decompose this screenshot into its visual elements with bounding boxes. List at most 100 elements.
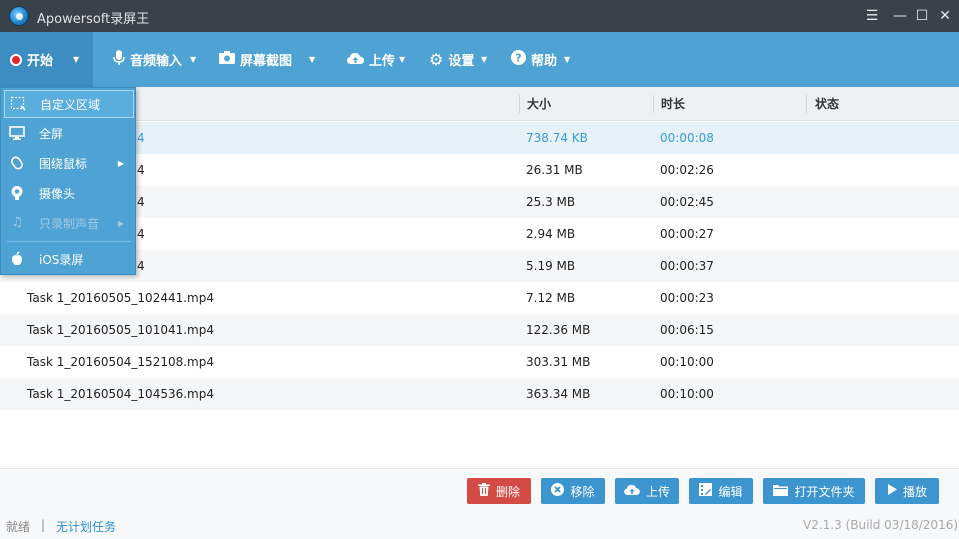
upload-toolbar-button[interactable]: 上传	[347, 32, 395, 87]
table-row[interactable]: Task 1_20160505_102441.mp4 7.12 MB 00:00…	[0, 282, 959, 314]
menu-item-fullscreen[interactable]: 全屏	[4, 120, 134, 148]
menu-item-label: 自定义区域	[40, 98, 101, 112]
table-row[interactable]: 4 25.3 MB 00:02:45	[0, 186, 959, 218]
play-label: 播放	[902, 484, 927, 499]
audio-input-label: 音频输入	[130, 54, 183, 69]
file-size: 303.31 MB	[526, 355, 591, 369]
screenshot-button[interactable]: 屏幕截图	[219, 32, 292, 87]
file-duration: 00:10:00	[660, 355, 714, 369]
menu-item-audio-only[interactable]: ♫ 只录制声音 ▶	[4, 210, 134, 238]
record-icon	[10, 53, 22, 66]
table-row[interactable]: 4 2.94 MB 00:00:27	[0, 218, 959, 250]
table-row[interactable]: 4 26.31 MB 00:02:26	[0, 154, 959, 186]
menu-icon[interactable]: ☰	[862, 6, 882, 26]
upload-button[interactable]: 上传	[615, 478, 679, 504]
file-name: Task 1_20160505_102441.mp4	[27, 291, 214, 305]
file-size: 122.36 MB	[526, 323, 591, 337]
column-divider	[653, 95, 654, 113]
maximize-button[interactable]: ☐	[912, 6, 932, 26]
film-edit-icon	[699, 483, 713, 499]
menu-item-label: 围绕鼠标	[39, 157, 88, 171]
menu-item-webcam[interactable]: 摄像头	[4, 180, 134, 208]
table-row[interactable]: Task 1_20160504_104536.mp4 363.34 MB 00:…	[0, 378, 959, 410]
remove-button[interactable]: 移除	[541, 478, 605, 504]
remove-label: 移除	[570, 484, 595, 499]
file-name: 4	[137, 131, 145, 145]
status-separator: |	[41, 518, 46, 532]
file-duration: 00:02:26	[660, 163, 714, 177]
table-row[interactable]: Task 1_20160504_152108.mp4 303.31 MB 00:…	[0, 346, 959, 378]
monitor-icon	[9, 125, 25, 141]
file-duration: 00:02:45	[660, 195, 714, 209]
camera-icon	[219, 51, 235, 68]
file-name: 4	[137, 227, 145, 241]
file-duration: 00:06:15	[660, 323, 714, 337]
audio-dropdown-caret-icon[interactable]: ▼	[190, 55, 196, 64]
table-row[interactable]: 4 5.19 MB 00:00:37	[0, 250, 959, 282]
cloud-upload-icon	[624, 484, 640, 498]
open-folder-button[interactable]: 打开文件夹	[763, 478, 865, 504]
file-size: 363.34 MB	[526, 387, 591, 401]
column-header-size[interactable]: 大小	[527, 87, 551, 121]
screenshot-label: 屏幕截图	[240, 54, 293, 69]
edit-button[interactable]: 编辑	[689, 478, 753, 504]
status-ready: 就绪	[6, 520, 31, 534]
menu-divider	[7, 241, 131, 242]
table-row[interactable]: 4 738.74 KB 00:00:08	[0, 122, 959, 154]
upload-label: 上传	[645, 484, 670, 499]
column-divider	[519, 95, 520, 113]
settings-label: 设置	[448, 54, 475, 69]
app-title: Apowersoft录屏王	[37, 12, 150, 27]
file-size: 2.94 MB	[526, 227, 576, 241]
screenshot-dropdown-caret-icon[interactable]: ▼	[309, 55, 315, 64]
settings-button[interactable]: ⚙ 设置	[429, 32, 474, 87]
start-dropdown-caret-icon[interactable]: ▼	[73, 55, 79, 64]
delete-button[interactable]: 删除	[467, 478, 531, 504]
upload-dropdown-caret-icon[interactable]: ▼	[399, 55, 405, 64]
delete-label: 删除	[495, 484, 520, 499]
trash-icon	[477, 483, 490, 499]
column-header-duration[interactable]: 时长	[661, 87, 685, 121]
settings-dropdown-caret-icon[interactable]: ▼	[481, 55, 487, 64]
version-label: V2.1.3 (Build 03/18/2016)	[803, 518, 959, 532]
app-logo-icon	[9, 6, 29, 26]
svg-text:?: ?	[515, 52, 521, 65]
edit-label: 编辑	[718, 484, 743, 499]
toolbar: 开始 ▼ 音频输入 ▼ 屏幕截图 ▼ 上传 ▼ ⚙ 设置 ▼ ? 帮助 ▼	[0, 32, 959, 87]
close-button[interactable]: ✕	[935, 6, 955, 26]
file-duration: 00:00:37	[660, 259, 714, 273]
audio-input-button[interactable]: 音频输入	[113, 32, 182, 87]
region-select-icon	[10, 96, 26, 112]
schedule-link[interactable]: 无计划任务	[56, 518, 116, 535]
file-size: 26.31 MB	[526, 163, 583, 177]
file-size: 7.12 MB	[526, 291, 576, 305]
file-size: 25.3 MB	[526, 195, 576, 209]
play-button[interactable]: 播放	[875, 478, 939, 504]
apple-icon	[9, 251, 25, 267]
file-size: 5.19 MB	[526, 259, 576, 273]
action-bar: 删除 移除 上传 编辑 打开文件夹 播放 就绪 | 无计划任务 V2.1.3 (…	[0, 468, 959, 539]
upload-toolbar-label: 上传	[369, 54, 396, 69]
column-header-status[interactable]: 状态	[815, 87, 839, 121]
file-duration: 00:00:23	[660, 291, 714, 305]
menu-item-label: 摄像头	[39, 187, 76, 201]
remove-icon	[551, 483, 565, 499]
music-note-icon: ♫	[11, 215, 23, 230]
file-table-header: 大小 时长 状态	[0, 87, 959, 121]
file-duration: 00:00:27	[660, 227, 714, 241]
column-divider	[806, 95, 807, 113]
menu-item-ios-record[interactable]: iOS录屏	[4, 246, 134, 274]
submenu-arrow-icon: ▶	[117, 159, 124, 168]
help-button[interactable]: ? 帮助	[511, 32, 557, 87]
file-name: Task 1_20160504_104536.mp4	[27, 387, 214, 401]
cloud-upload-icon	[347, 52, 364, 68]
minimize-button[interactable]: —	[890, 6, 910, 26]
start-button[interactable]: 开始	[10, 32, 53, 87]
menu-item-around-mouse[interactable]: 围绕鼠标 ▶	[4, 150, 134, 178]
file-duration: 00:00:08	[660, 131, 714, 145]
menu-item-label: 只录制声音	[39, 217, 100, 231]
table-row[interactable]: Task 1_20160505_101041.mp4 122.36 MB 00:…	[0, 314, 959, 346]
menu-item-custom-region[interactable]: 自定义区域	[4, 90, 134, 118]
help-dropdown-caret-icon[interactable]: ▼	[564, 55, 570, 64]
gear-icon: ⚙	[429, 50, 444, 69]
